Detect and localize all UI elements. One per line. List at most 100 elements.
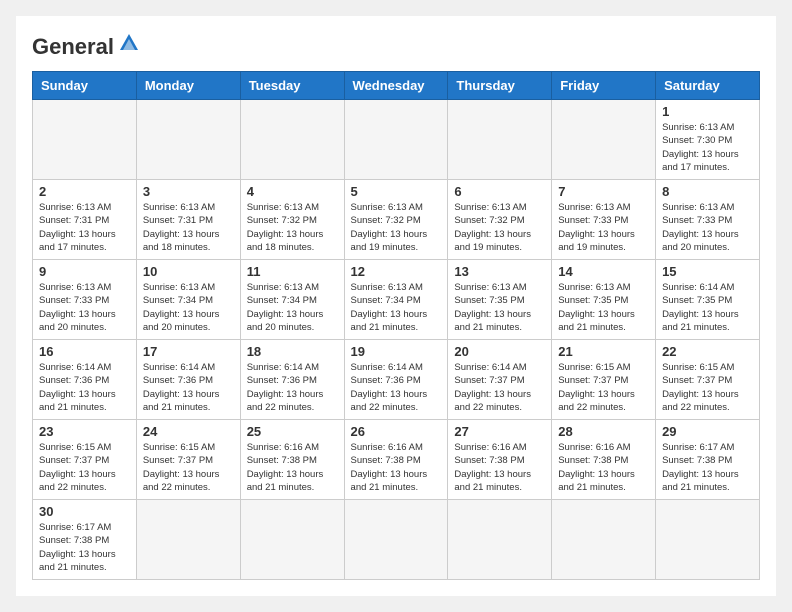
day-number: 18 <box>247 344 338 359</box>
calendar-cell: 30 Sunrise: 6:17 AM Sunset: 7:38 PM Dayli… <box>33 500 137 580</box>
calendar-cell: 1 Sunrise: 6:13 AM Sunset: 7:30 PM Daylig… <box>656 100 760 180</box>
calendar-cell <box>136 100 240 180</box>
day-info: Sunrise: 6:15 AM Sunset: 7:37 PM Dayligh… <box>662 361 753 414</box>
calendar-cell: 11 Sunrise: 6:13 AM Sunset: 7:34 PM Dayli… <box>240 260 344 340</box>
day-info: Sunrise: 6:14 AM Sunset: 7:36 PM Dayligh… <box>247 361 338 414</box>
calendar-cell: 23 Sunrise: 6:15 AM Sunset: 7:37 PM Dayli… <box>33 420 137 500</box>
day-info: Sunrise: 6:16 AM Sunset: 7:38 PM Dayligh… <box>558 441 649 494</box>
calendar-header-sunday: Sunday <box>33 72 137 100</box>
calendar-cell: 9 Sunrise: 6:13 AM Sunset: 7:33 PM Daylig… <box>33 260 137 340</box>
calendar-week-5: 30 Sunrise: 6:17 AM Sunset: 7:38 PM Dayli… <box>33 500 760 580</box>
calendar-cell: 8 Sunrise: 6:13 AM Sunset: 7:33 PM Daylig… <box>656 180 760 260</box>
day-info: Sunrise: 6:14 AM Sunset: 7:35 PM Dayligh… <box>662 281 753 334</box>
calendar-cell: 29Sunrise: 6:17 AM Sunset: 7:38 PM Dayli… <box>656 420 760 500</box>
day-info: Sunrise: 6:13 AM Sunset: 7:34 PM Dayligh… <box>247 281 338 334</box>
logo: General <box>32 32 140 59</box>
calendar-cell: 24 Sunrise: 6:15 AM Sunset: 7:37 PM Dayli… <box>136 420 240 500</box>
day-info: Sunrise: 6:13 AM Sunset: 7:34 PM Dayligh… <box>143 281 234 334</box>
day-number: 4 <box>247 184 338 199</box>
calendar-cell <box>344 100 448 180</box>
calendar-cell: 21Sunrise: 6:15 AM Sunset: 7:37 PM Dayli… <box>552 340 656 420</box>
day-number: 15 <box>662 264 753 279</box>
day-info: Sunrise: 6:14 AM Sunset: 7:36 PM Dayligh… <box>39 361 130 414</box>
calendar: SundayMondayTuesdayWednesdayThursdayFrid… <box>32 71 760 580</box>
day-info: Sunrise: 6:14 AM Sunset: 7:37 PM Dayligh… <box>454 361 545 414</box>
calendar-cell: 27 Sunrise: 6:16 AM Sunset: 7:38 PM Dayli… <box>448 420 552 500</box>
day-info: Sunrise: 6:14 AM Sunset: 7:36 PM Dayligh… <box>351 361 442 414</box>
day-number: 26 <box>351 424 442 439</box>
day-number: 17 <box>143 344 234 359</box>
day-info: Sunrise: 6:16 AM Sunset: 7:38 PM Dayligh… <box>454 441 545 494</box>
calendar-cell <box>33 100 137 180</box>
calendar-cell: 17 Sunrise: 6:14 AM Sunset: 7:36 PM Dayli… <box>136 340 240 420</box>
calendar-cell <box>344 500 448 580</box>
page: General SundayMondayTuesdayWednesdayThur… <box>16 16 776 596</box>
day-info: Sunrise: 6:15 AM Sunset: 7:37 PM Dayligh… <box>143 441 234 494</box>
calendar-header-thursday: Thursday <box>448 72 552 100</box>
calendar-cell: 6Sunrise: 6:13 AM Sunset: 7:32 PM Daylig… <box>448 180 552 260</box>
calendar-cell <box>552 100 656 180</box>
day-number: 2 <box>39 184 130 199</box>
calendar-week-3: 16 Sunrise: 6:14 AM Sunset: 7:36 PM Dayli… <box>33 340 760 420</box>
day-number: 19 <box>351 344 442 359</box>
day-number: 27 <box>454 424 545 439</box>
calendar-cell: 26 Sunrise: 6:16 AM Sunset: 7:38 PM Dayli… <box>344 420 448 500</box>
calendar-cell <box>656 500 760 580</box>
day-number: 24 <box>143 424 234 439</box>
calendar-cell: 15 Sunrise: 6:14 AM Sunset: 7:35 PM Dayli… <box>656 260 760 340</box>
logo-general-text: General <box>32 34 114 60</box>
day-number: 30 <box>39 504 130 519</box>
day-info: Sunrise: 6:13 AM Sunset: 7:34 PM Dayligh… <box>351 281 442 334</box>
day-info: Sunrise: 6:16 AM Sunset: 7:38 PM Dayligh… <box>351 441 442 494</box>
day-number: 12 <box>351 264 442 279</box>
calendar-header-friday: Friday <box>552 72 656 100</box>
day-number: 23 <box>39 424 130 439</box>
calendar-cell <box>240 500 344 580</box>
day-number: 29 <box>662 424 753 439</box>
day-number: 22 <box>662 344 753 359</box>
calendar-cell: 4 Sunrise: 6:13 AM Sunset: 7:32 PM Daylig… <box>240 180 344 260</box>
calendar-cell: 20 Sunrise: 6:14 AM Sunset: 7:37 PM Dayli… <box>448 340 552 420</box>
calendar-cell: 5 Sunrise: 6:13 AM Sunset: 7:32 PM Daylig… <box>344 180 448 260</box>
calendar-week-2: 9 Sunrise: 6:13 AM Sunset: 7:33 PM Daylig… <box>33 260 760 340</box>
day-number: 11 <box>247 264 338 279</box>
day-info: Sunrise: 6:13 AM Sunset: 7:31 PM Dayligh… <box>143 201 234 254</box>
day-number: 5 <box>351 184 442 199</box>
day-info: Sunrise: 6:13 AM Sunset: 7:35 PM Dayligh… <box>454 281 545 334</box>
day-number: 10 <box>143 264 234 279</box>
calendar-cell: 22 Sunrise: 6:15 AM Sunset: 7:37 PM Dayli… <box>656 340 760 420</box>
calendar-cell: 25 Sunrise: 6:16 AM Sunset: 7:38 PM Dayli… <box>240 420 344 500</box>
day-number: 7 <box>558 184 649 199</box>
logo-icon <box>118 32 140 59</box>
calendar-cell: 13 Sunrise: 6:13 AM Sunset: 7:35 PM Dayli… <box>448 260 552 340</box>
calendar-cell: 18 Sunrise: 6:14 AM Sunset: 7:36 PM Dayli… <box>240 340 344 420</box>
calendar-week-0: 1 Sunrise: 6:13 AM Sunset: 7:30 PM Daylig… <box>33 100 760 180</box>
calendar-cell <box>448 500 552 580</box>
day-info: Sunrise: 6:14 AM Sunset: 7:36 PM Dayligh… <box>143 361 234 414</box>
day-number: 25 <box>247 424 338 439</box>
calendar-cell: 19 Sunrise: 6:14 AM Sunset: 7:36 PM Dayli… <box>344 340 448 420</box>
day-info: Sunrise: 6:15 AM Sunset: 7:37 PM Dayligh… <box>39 441 130 494</box>
calendar-cell: 2Sunrise: 6:13 AM Sunset: 7:31 PM Daylig… <box>33 180 137 260</box>
day-number: 16 <box>39 344 130 359</box>
day-info: Sunrise: 6:13 AM Sunset: 7:33 PM Dayligh… <box>39 281 130 334</box>
day-number: 8 <box>662 184 753 199</box>
day-info: Sunrise: 6:13 AM Sunset: 7:30 PM Dayligh… <box>662 121 753 174</box>
day-number: 14 <box>558 264 649 279</box>
day-number: 13 <box>454 264 545 279</box>
day-number: 1 <box>662 104 753 119</box>
calendar-cell <box>136 500 240 580</box>
day-number: 3 <box>143 184 234 199</box>
day-info: Sunrise: 6:13 AM Sunset: 7:33 PM Dayligh… <box>662 201 753 254</box>
calendar-cell: 28 Sunrise: 6:16 AM Sunset: 7:38 PM Dayli… <box>552 420 656 500</box>
day-number: 9 <box>39 264 130 279</box>
calendar-cell: 7 Sunrise: 6:13 AM Sunset: 7:33 PM Daylig… <box>552 180 656 260</box>
calendar-cell: 14Sunrise: 6:13 AM Sunset: 7:35 PM Dayli… <box>552 260 656 340</box>
day-info: Sunrise: 6:13 AM Sunset: 7:32 PM Dayligh… <box>247 201 338 254</box>
day-number: 20 <box>454 344 545 359</box>
day-info: Sunrise: 6:17 AM Sunset: 7:38 PM Dayligh… <box>39 521 130 574</box>
day-number: 28 <box>558 424 649 439</box>
day-info: Sunrise: 6:13 AM Sunset: 7:32 PM Dayligh… <box>351 201 442 254</box>
day-info: Sunrise: 6:13 AM Sunset: 7:33 PM Dayligh… <box>558 201 649 254</box>
day-info: Sunrise: 6:16 AM Sunset: 7:38 PM Dayligh… <box>247 441 338 494</box>
